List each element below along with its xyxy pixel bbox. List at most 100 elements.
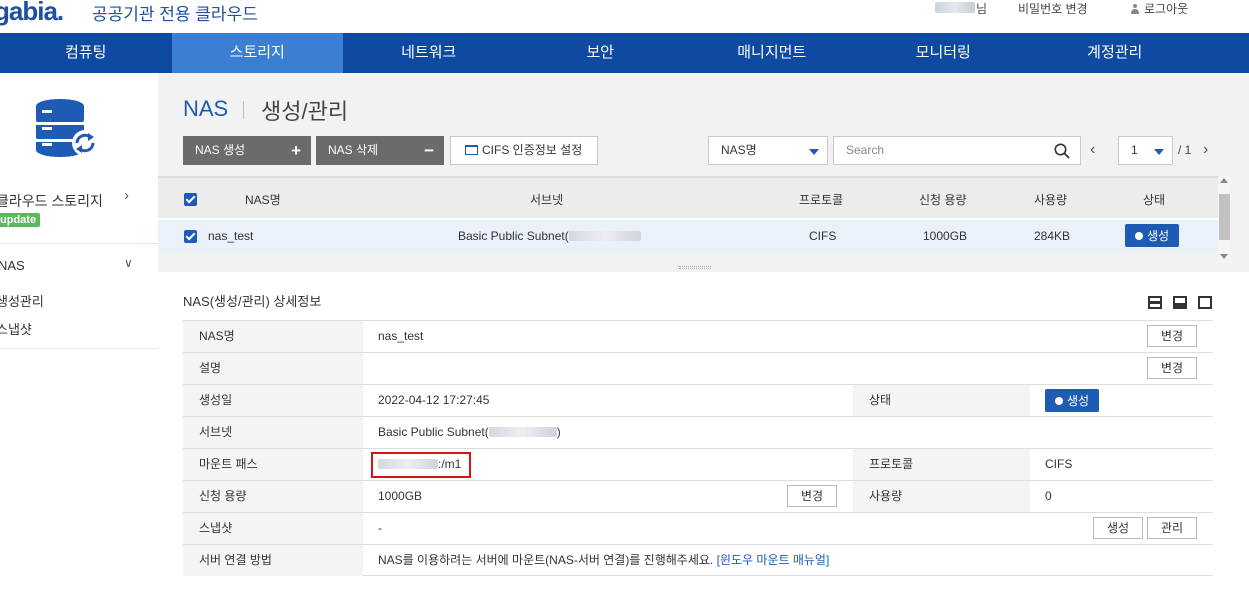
person-icon [1130, 4, 1140, 14]
manage-snapshot-button[interactable]: 관리 [1147, 517, 1197, 539]
change-name-button[interactable]: 변경 [1147, 325, 1197, 347]
detail-title: NAS(생성/관리) 상세정보 [183, 294, 322, 309]
chevron-right-icon[interactable]: › [124, 187, 129, 204]
detail-label: 서버 연결 방법 [183, 545, 363, 576]
row-status-badge: 생성 [1125, 224, 1180, 247]
search-field-selected: NAS명 [721, 143, 757, 157]
row-status: 생성 [1147, 229, 1170, 243]
row-subnet-text: Basic Public Subnet( [458, 229, 569, 243]
caret-down-icon [809, 149, 819, 155]
redacted-text [568, 231, 641, 241]
half-panel-icon[interactable] [1173, 296, 1187, 309]
title-separator [243, 101, 244, 119]
detail-label: 설명 [183, 353, 363, 384]
main-content: NAS 생성/관리 NAS 생성 + NAS 삭제 − CIFS 인증정보 설정… [158, 73, 1249, 596]
create-nas-button[interactable]: NAS 생성 + [183, 136, 311, 165]
column-header-status[interactable]: 상태 [1143, 191, 1165, 208]
row-capacity: 1000GB [923, 229, 968, 243]
maximize-panel-icon[interactable] [1198, 296, 1212, 309]
table-header: NAS명 서브넷 프로토콜 신청 용량 사용량 상태 [158, 176, 1218, 218]
detail-label: 사용량 [853, 481, 1030, 512]
search-field-select[interactable]: NAS명 [708, 136, 828, 165]
create-snapshot-button[interactable]: 생성 [1093, 517, 1143, 539]
detail-value: 0 [1045, 489, 1052, 503]
column-header-usage[interactable]: 사용량 [1034, 191, 1067, 208]
sidebar: 클라우드 스토리지 › update NAS ∨ 생성관리 스냅샷 [0, 73, 158, 596]
user-name-redacted [935, 2, 975, 13]
table-row[interactable]: nas_test Basic Public Subnet( CIFS 1000G… [158, 220, 1218, 252]
detail-row-name: NAS명 nas_test 변경 [183, 320, 1213, 352]
windows-mount-manual-link[interactable]: [윈도우 마운트 매뉴얼] [717, 553, 830, 567]
change-capacity-button[interactable]: 변경 [787, 485, 837, 507]
nav-item-network[interactable]: 네트워크 [343, 33, 515, 73]
update-badge: update [0, 213, 41, 227]
row-usage: 284KB [1034, 229, 1071, 243]
brand-logo[interactable]: gabia. [0, 0, 64, 27]
nav-item-monitoring[interactable]: 모니터링 [858, 33, 1030, 73]
nas-list-table: NAS명 서브넷 프로토콜 신청 용량 사용량 상태 nas_test Basi… [158, 176, 1218, 252]
search-input[interactable]: Search [833, 136, 1081, 165]
detail-label: NAS명 [183, 321, 363, 352]
detail-row-capacity: 신청 용량 1000GB 변경 사용량 0 [183, 480, 1213, 512]
scrollbar-thumb[interactable] [1219, 194, 1230, 240]
nav-item-management[interactable]: 매니지먼트 [686, 33, 858, 73]
change-description-button[interactable]: 변경 [1147, 357, 1197, 379]
detail-value: nas_test [378, 329, 424, 343]
detail-label: 상태 [853, 385, 1030, 416]
page-title: NAS [183, 96, 229, 121]
nav-item-account[interactable]: 계정관리 [1029, 33, 1201, 73]
select-all-checkbox[interactable] [184, 193, 197, 206]
sidebar-group-nas[interactable]: NAS [0, 258, 25, 273]
cifs-auth-label: CIFS 인증정보 설정 [482, 143, 583, 157]
detail-row-mount-path: 마운트 패스 :/m1 프로토콜 CIFS [183, 448, 1213, 480]
create-nas-label: NAS 생성 [195, 143, 246, 157]
column-header-protocol[interactable]: 프로토콜 [799, 191, 843, 208]
top-bar: gabia. 공공기관 전용 클라우드 님 비밀번호 변경 로그아웃 [0, 0, 1249, 33]
prev-page-button[interactable]: ‹ [1090, 141, 1095, 159]
detail-row-created: 생성일 2022-04-12 17:27:45 상태 생성 [183, 384, 1213, 416]
delete-nas-label: NAS 삭제 [328, 143, 379, 157]
search-placeholder: Search [846, 143, 885, 157]
row-subnet: Basic Public Subnet( [458, 229, 641, 243]
sidebar-divider [0, 243, 158, 244]
redacted-text [488, 427, 557, 437]
search-icon[interactable] [1054, 143, 1070, 159]
detail-value: NAS를 이용하려는 서버에 마운트(NAS-서버 연결)를 진행해주세요. [… [378, 545, 829, 576]
logout-label: 로그아웃 [1144, 2, 1189, 16]
list-scrollbar[interactable] [1218, 176, 1231, 264]
sidebar-item-snapshot[interactable]: 스냅샷 [0, 319, 32, 338]
logout-link[interactable]: 로그아웃 [1130, 0, 1188, 17]
cifs-auth-settings-button[interactable]: CIFS 인증정보 설정 [450, 136, 598, 165]
scroll-down-arrow-icon[interactable] [1220, 254, 1228, 259]
row-checkbox[interactable] [184, 230, 197, 243]
detail-label: 프로토콜 [853, 449, 1030, 480]
sidebar-item-cloud-storage[interactable]: 클라우드 스토리지 [0, 191, 103, 211]
column-header-name[interactable]: NAS명 [245, 191, 281, 208]
chevron-down-icon[interactable]: ∨ [124, 256, 133, 270]
nav-item-computing[interactable]: 컴퓨팅 [0, 33, 172, 73]
detail-value: - [378, 521, 382, 535]
resize-grip-icon[interactable] [679, 266, 711, 269]
connect-text: NAS를 이용하려는 서버에 마운트(NAS-서버 연결)를 진행해주세요. [378, 553, 714, 567]
delete-nas-button[interactable]: NAS 삭제 − [316, 136, 444, 165]
row-nas-name: nas_test [208, 229, 254, 243]
minimize-panel-icon[interactable] [1148, 296, 1162, 309]
column-header-capacity[interactable]: 신청 용량 [919, 191, 967, 208]
storage-database-icon [36, 99, 98, 157]
detail-row-subnet: 서브넷 Basic Public Subnet() [183, 416, 1213, 448]
status-dot-icon [1135, 232, 1143, 240]
minus-icon: − [424, 141, 434, 160]
page-select[interactable]: 1 [1118, 136, 1173, 165]
next-page-button[interactable]: › [1203, 141, 1208, 159]
detail-value: :/m1 [378, 449, 461, 480]
detail-label: 신청 용량 [183, 481, 363, 512]
redacted-text [378, 459, 438, 469]
column-header-subnet[interactable]: 서브넷 [530, 191, 563, 208]
nav-item-security[interactable]: 보안 [515, 33, 687, 73]
detail-label: 생성일 [183, 385, 363, 416]
scroll-up-arrow-icon[interactable] [1220, 178, 1228, 183]
sidebar-item-create-manage[interactable]: 생성관리 [0, 291, 44, 310]
row-protocol: CIFS [809, 229, 837, 243]
nav-item-storage[interactable]: 스토리지 [171, 33, 343, 73]
change-password-link[interactable]: 비밀번호 변경 [1018, 0, 1088, 17]
